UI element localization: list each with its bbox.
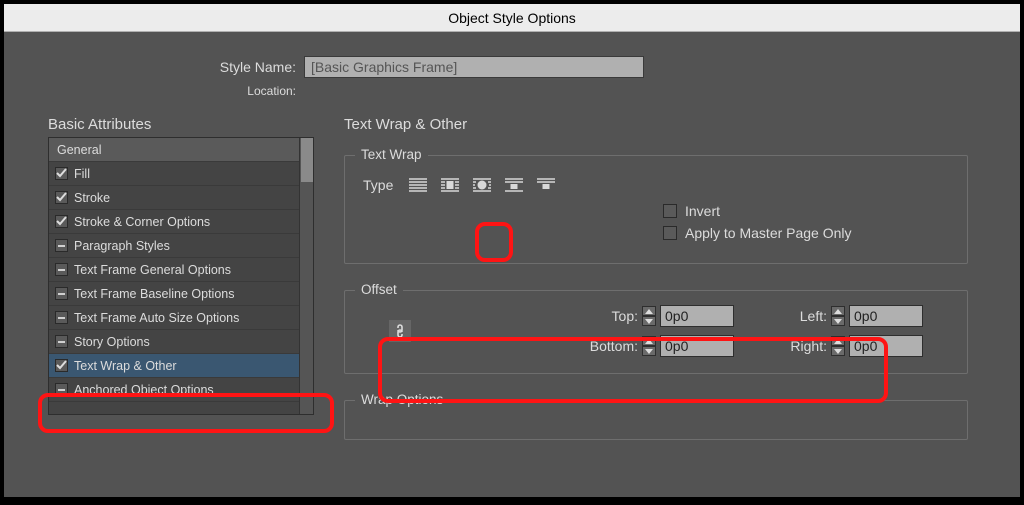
sidebar-item-label: Fill — [74, 167, 90, 181]
offset-left-stepper[interactable] — [831, 306, 845, 326]
sidebar-item[interactable]: Text Frame Auto Size Options — [49, 306, 313, 330]
wrap-options-group: Wrap Options — [344, 400, 968, 440]
sidebar-item-label: Stroke — [74, 191, 110, 205]
sidebar-item[interactable]: Stroke & Corner Options — [49, 210, 313, 234]
style-name-label: Style Name: — [4, 59, 304, 75]
offset-bottom-stepper[interactable] — [642, 336, 656, 356]
sidebar-item[interactable]: Text Wrap & Other — [49, 354, 313, 378]
sidebar-item[interactable]: General — [49, 138, 313, 162]
sidebar-item-label: Text Frame Auto Size Options — [74, 311, 239, 325]
offset-top-input[interactable] — [660, 305, 734, 327]
wrap-none-icon[interactable] — [407, 176, 429, 193]
sidebar-heading: Basic Attributes — [48, 116, 314, 133]
attributes-list: General Fill Stroke Stroke & Corner Options… — [48, 137, 314, 415]
offset-left-input[interactable] — [849, 305, 923, 327]
checkbox-icon[interactable] — [55, 167, 68, 180]
offset-right-stepper[interactable] — [831, 336, 845, 356]
sidebar-item-label: Text Frame Baseline Options — [74, 287, 235, 301]
invert-label: Invert — [685, 203, 720, 219]
checkbox-mixed-icon[interactable] — [55, 239, 68, 252]
checkbox-mixed-icon[interactable] — [55, 287, 68, 300]
window-title: Object Style Options — [4, 4, 1020, 32]
sidebar-item[interactable]: Text Frame General Options — [49, 258, 313, 282]
wrap-object-shape-icon[interactable] — [471, 176, 493, 193]
sidebar-item-label: Story Options — [74, 335, 150, 349]
apply-master-only-checkbox[interactable] — [663, 226, 677, 240]
wrap-bounding-box-icon[interactable] — [439, 176, 461, 193]
sidebar-item-label: Text Wrap & Other — [74, 359, 177, 373]
sidebar-item[interactable]: Paragraph Styles — [49, 234, 313, 258]
offset-group: Offset Top: — [344, 290, 968, 374]
offset-left-label: Left: — [767, 308, 827, 324]
sidebar-item[interactable]: Stroke — [49, 186, 313, 210]
offset-top-label: Top: — [578, 308, 638, 324]
offset-legend: Offset — [355, 282, 403, 297]
sidebar-item-label: Anchored Object Options — [74, 383, 214, 397]
checkbox-icon[interactable] — [55, 215, 68, 228]
wrap-options-legend: Wrap Options — [355, 392, 449, 407]
offset-bottom-input[interactable] — [660, 335, 734, 357]
offset-bottom-label: Bottom: — [578, 338, 638, 354]
main-heading: Text Wrap & Other — [344, 116, 968, 133]
wrap-jump-object-icon[interactable] — [503, 176, 525, 193]
wrap-type-label: Type — [363, 177, 393, 193]
checkbox-mixed-icon[interactable] — [55, 263, 68, 276]
checkbox-icon[interactable] — [55, 359, 68, 372]
sidebar-item-label: Stroke & Corner Options — [74, 215, 210, 229]
offset-top-stepper[interactable] — [642, 306, 656, 326]
invert-checkbox[interactable] — [663, 204, 677, 218]
checkbox-mixed-icon[interactable] — [55, 311, 68, 324]
sidebar-item-label: General — [57, 143, 101, 157]
location-label: Location: — [4, 84, 304, 98]
sidebar-item[interactable]: Text Frame Baseline Options — [49, 282, 313, 306]
sidebar-item[interactable]: Fill — [49, 162, 313, 186]
sidebar-item-label: Text Frame General Options — [74, 263, 231, 277]
sidebar-item-label: Paragraph Styles — [74, 239, 170, 253]
sidebar-item[interactable]: Story Options — [49, 330, 313, 354]
offset-right-label: Right: — [767, 338, 827, 354]
text-wrap-legend: Text Wrap — [355, 147, 428, 162]
sidebar-item[interactable]: Anchored Object Options — [49, 378, 313, 402]
text-wrap-group: Text Wrap Type — [344, 155, 968, 264]
checkbox-mixed-icon[interactable] — [55, 335, 68, 348]
link-offsets-icon[interactable] — [389, 320, 411, 342]
scrollbar[interactable] — [299, 138, 313, 414]
style-name-input[interactable] — [304, 56, 644, 78]
checkbox-mixed-icon[interactable] — [55, 383, 68, 396]
scrollbar-thumb[interactable] — [301, 138, 313, 182]
wrap-jump-column-icon[interactable] — [535, 176, 557, 193]
offset-right-input[interactable] — [849, 335, 923, 357]
apply-master-only-label: Apply to Master Page Only — [685, 225, 852, 241]
checkbox-icon[interactable] — [55, 191, 68, 204]
